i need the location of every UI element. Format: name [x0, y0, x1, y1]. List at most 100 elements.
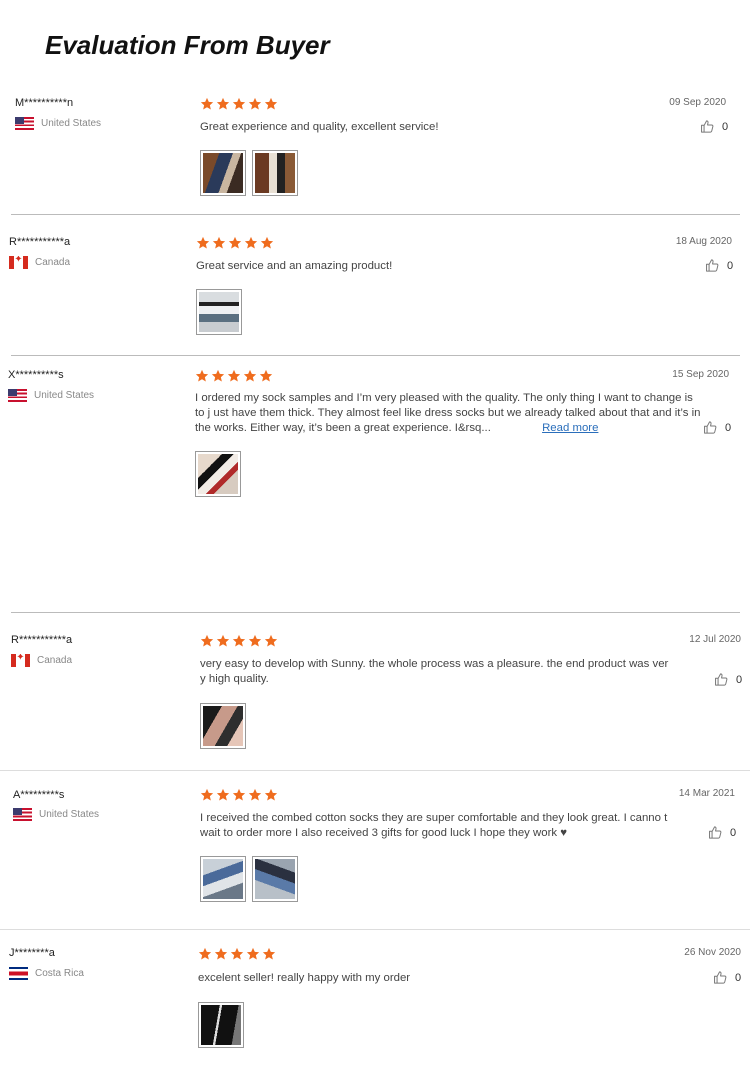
- star-rating: [195, 369, 273, 383]
- review-photos: [198, 1002, 244, 1048]
- reviewer-country: Canada: [11, 654, 72, 667]
- like-count: 0: [727, 259, 734, 272]
- like-button[interactable]: 0: [714, 672, 742, 687]
- reviewer-country: Costa Rica: [9, 967, 84, 980]
- star-icon: [248, 634, 262, 648]
- star-icon: [214, 947, 228, 961]
- thumbs-up-icon: [700, 119, 715, 134]
- review-photo[interactable]: [200, 856, 246, 902]
- star-icon: [244, 236, 258, 250]
- star-icon: [200, 634, 214, 648]
- like-count: 0: [736, 673, 743, 686]
- divider: [11, 612, 740, 613]
- review-text: I received the combed cotton socks they …: [200, 812, 668, 839]
- review-photo[interactable]: [196, 289, 242, 335]
- reviewer-country: Canada: [9, 256, 70, 269]
- us-flag-icon: [13, 808, 32, 821]
- divider: [11, 214, 740, 215]
- review-photos: [196, 289, 242, 335]
- star-icon: [212, 236, 226, 250]
- review-date: 14 Mar 2021: [678, 788, 735, 799]
- review-photos: [200, 703, 246, 749]
- star-icon: [264, 788, 278, 802]
- costa-rica-flag-icon: [9, 967, 28, 980]
- review-photo[interactable]: [195, 451, 241, 497]
- like-button[interactable]: 0: [713, 970, 741, 985]
- star-icon: [259, 369, 273, 383]
- reviewer-name: R***********a: [9, 236, 71, 248]
- reviewer-name: M**********n: [15, 97, 74, 109]
- star-icon: [200, 97, 214, 111]
- star-icon: [195, 369, 209, 383]
- reviewer-name: R***********a: [11, 634, 73, 646]
- star-icon: [262, 947, 276, 961]
- like-count: 0: [722, 120, 729, 133]
- star-icon: [248, 788, 262, 802]
- review-text: Great service and an amazing product!: [196, 260, 393, 272]
- like-button[interactable]: 0: [708, 825, 736, 840]
- star-icon: [248, 97, 262, 111]
- thumbs-up-icon: [708, 825, 723, 840]
- reviewer-country: United States: [8, 389, 94, 402]
- divider: [0, 929, 750, 930]
- reviewer-name: J********a: [9, 947, 55, 959]
- star-icon: [216, 788, 230, 802]
- star-icon: [232, 788, 246, 802]
- reviewer-country: United States: [15, 117, 101, 130]
- review-photos: [195, 451, 241, 497]
- star-icon: [216, 97, 230, 111]
- us-flag-icon: [15, 117, 34, 130]
- review-photo[interactable]: [200, 703, 246, 749]
- reviewer-name: A*********s: [13, 789, 65, 801]
- review-date: 12 Jul 2020: [689, 634, 741, 645]
- review-date: 26 Nov 2020: [684, 947, 741, 958]
- review-photo[interactable]: [252, 150, 298, 196]
- review-date: 09 Sep 2020: [669, 97, 726, 108]
- divider: [0, 770, 750, 771]
- star-rating: [196, 236, 274, 250]
- like-button[interactable]: 0: [703, 420, 731, 435]
- like-button[interactable]: 0: [700, 119, 728, 134]
- star-rating: [198, 947, 276, 961]
- thumbs-up-icon: [703, 420, 718, 435]
- thumbs-up-icon: [714, 672, 729, 687]
- review-text: very easy to develop with Sunny. the who…: [200, 658, 669, 685]
- like-button[interactable]: 0: [705, 258, 733, 273]
- like-count: 0: [735, 971, 742, 984]
- star-icon: [246, 947, 260, 961]
- star-icon: [196, 236, 210, 250]
- star-icon: [232, 634, 246, 648]
- page-title: Evaluation From Buyer: [45, 30, 330, 60]
- star-rating: [200, 97, 278, 111]
- country-label: Canada: [37, 655, 73, 666]
- review-text-body: I ordered my sock samples and I’m very p…: [195, 392, 701, 434]
- review-text: excelent seller! really happy with my or…: [198, 972, 411, 984]
- star-icon: [264, 97, 278, 111]
- star-rating: [200, 788, 278, 802]
- country-label: United States: [34, 390, 95, 401]
- star-icon: [211, 369, 225, 383]
- star-icon: [198, 947, 212, 961]
- thumbs-up-icon: [705, 258, 720, 273]
- star-rating: [200, 634, 278, 648]
- country-label: United States: [39, 809, 100, 820]
- read-more-link[interactable]: Read more: [542, 422, 598, 434]
- review-photo[interactable]: [200, 150, 246, 196]
- us-flag-icon: [8, 389, 27, 402]
- review-photo[interactable]: [252, 856, 298, 902]
- star-icon: [243, 369, 257, 383]
- star-icon: [260, 236, 274, 250]
- divider: [11, 355, 740, 356]
- reviewer-name: X**********s: [8, 369, 64, 381]
- review-photo[interactable]: [198, 1002, 244, 1048]
- star-icon: [232, 97, 246, 111]
- review-date: 18 Aug 2020: [675, 236, 732, 247]
- like-count: 0: [730, 826, 737, 839]
- country-label: Costa Rica: [35, 968, 84, 979]
- star-icon: [227, 369, 241, 383]
- country-label: Canada: [35, 257, 71, 268]
- review-photos: [200, 150, 298, 196]
- star-icon: [264, 634, 278, 648]
- thumbs-up-icon: [713, 970, 728, 985]
- star-icon: [230, 947, 244, 961]
